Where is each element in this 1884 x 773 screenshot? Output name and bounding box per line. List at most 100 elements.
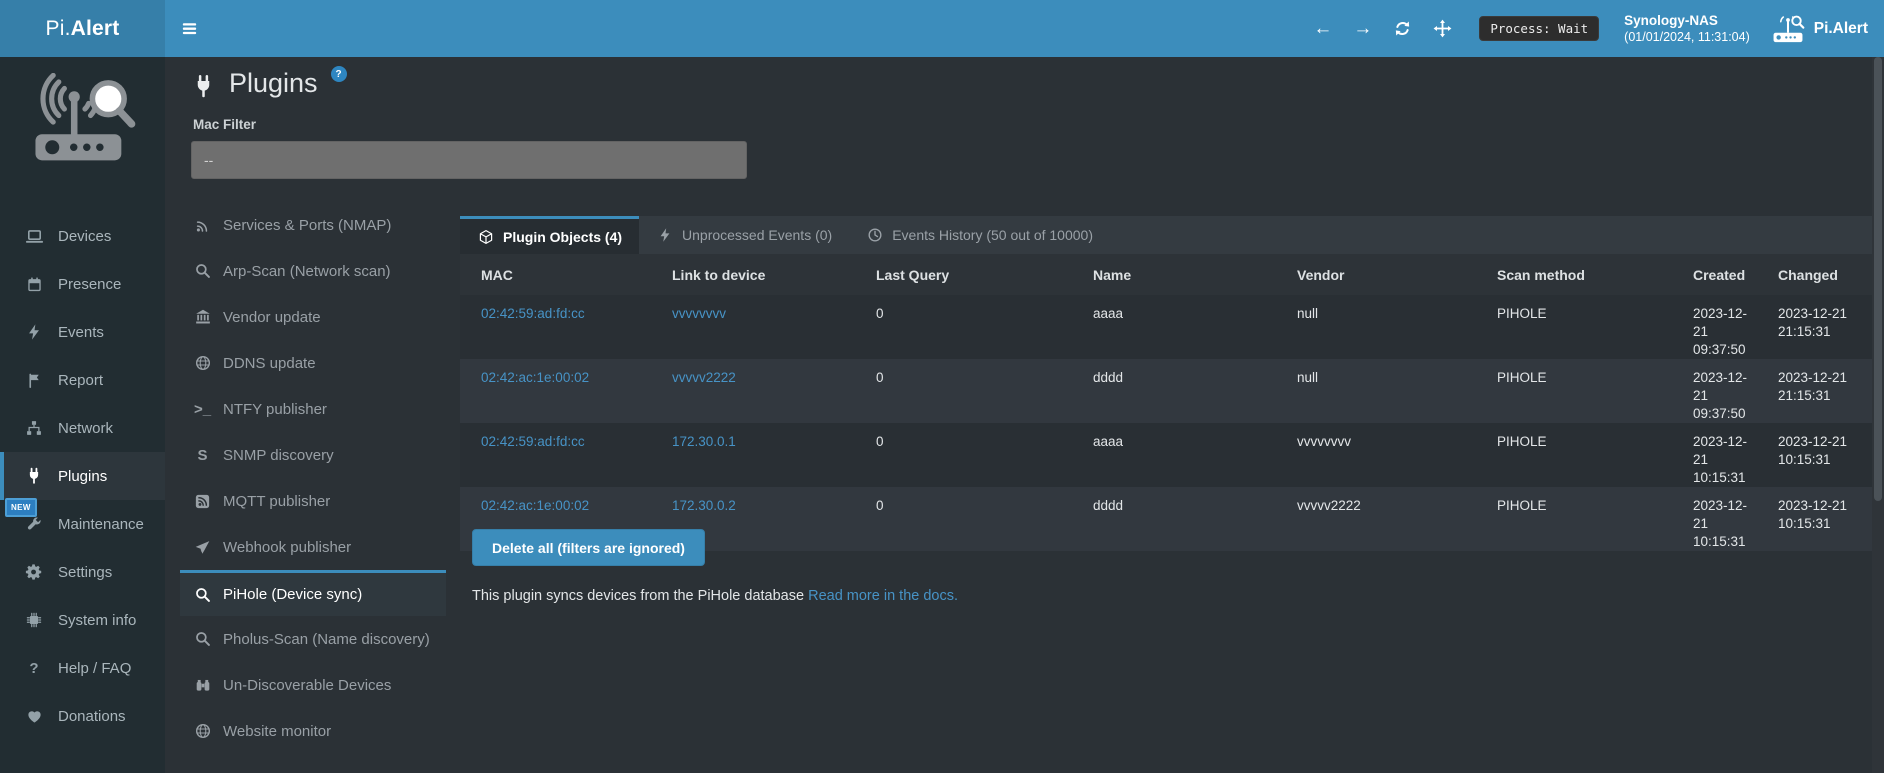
- help-badge[interactable]: ?: [331, 66, 347, 82]
- plugin-item-label: Website monitor: [223, 723, 331, 740]
- sidebar-item-label: Help / FAQ: [58, 660, 131, 677]
- sidebar-item-system-info[interactable]: System info: [0, 596, 165, 644]
- table-row: 02:42:ac:1e:00:02 vvvvv2222 0 dddd null …: [460, 359, 1872, 423]
- sidebar-item-presence[interactable]: Presence: [0, 260, 165, 308]
- mac-link[interactable]: 02:42:ac:1e:00:02: [481, 498, 589, 513]
- sidebar-item-donations[interactable]: Donations: [0, 692, 165, 740]
- plugin-item-ddns[interactable]: DDNS update: [180, 340, 446, 386]
- signal-icon: [193, 216, 212, 235]
- mac-link[interactable]: 02:42:59:ad:fd:cc: [481, 434, 585, 449]
- heart-icon: [24, 706, 44, 726]
- scan-method-cell: PIHOLE: [1489, 487, 1685, 551]
- sitemap-icon: [24, 418, 44, 438]
- col-scan-method: Scan method: [1489, 254, 1685, 295]
- laptop-icon: [24, 226, 44, 246]
- read-docs-link[interactable]: Read more in the docs.: [808, 588, 958, 604]
- sidebar-item-label: Events: [58, 324, 104, 341]
- sidebar-item-label: Settings: [58, 564, 112, 581]
- plugin-item-label: DDNS update: [223, 355, 316, 372]
- table-row: 02:42:59:ad:fd:cc 172.30.0.1 0 aaaa vvvv…: [460, 423, 1872, 487]
- mac-link[interactable]: 02:42:ac:1e:00:02: [481, 370, 589, 385]
- name-cell: aaaa: [1085, 423, 1289, 487]
- created-cell: 2023-12-21 10:15:31: [1685, 487, 1770, 551]
- plugin-item-webhook[interactable]: Webhook publisher: [180, 524, 446, 570]
- vertical-scrollbar[interactable]: [1872, 57, 1884, 773]
- col-created: Created: [1685, 254, 1770, 295]
- created-cell: 2023-12-21 09:37:50: [1685, 295, 1770, 359]
- move-icon[interactable]: [1433, 19, 1452, 38]
- plugin-item-label: Pholus-Scan (Name discovery): [223, 631, 430, 648]
- flag-icon: [24, 370, 44, 390]
- plugin-item-label: Webhook publisher: [223, 539, 351, 556]
- scrollbar-thumb[interactable]: [1874, 57, 1882, 501]
- col-name: Name: [1085, 254, 1289, 295]
- plugin-item-website-monitor[interactable]: Website monitor: [180, 708, 446, 754]
- device-link[interactable]: 172.30.0.1: [672, 434, 736, 449]
- mac-filter-input[interactable]: [191, 141, 747, 179]
- plugin-item-undiscoverable[interactable]: Un-Discoverable Devices: [180, 662, 446, 708]
- sidebar: NEW Devices Presence Events Report Netwo…: [0, 57, 165, 773]
- scan-method-cell: PIHOLE: [1489, 295, 1685, 359]
- top-navbar: Pi.Alert ← → Process: Wait Synology-NAS …: [0, 0, 1884, 57]
- header-right-cluster: ← → Process: Wait Synology-NAS (01/01/20…: [1313, 0, 1884, 57]
- plugin-item-ntfy[interactable]: >_NTFY publisher: [180, 386, 446, 432]
- device-link[interactable]: 172.30.0.2: [672, 498, 736, 513]
- plugin-item-pihole[interactable]: PiHole (Device sync): [180, 570, 446, 616]
- plugin-item-pholus[interactable]: Pholus-Scan (Name discovery): [180, 616, 446, 662]
- sidebar-item-label: Network: [58, 420, 113, 437]
- plugin-item-vendor-update[interactable]: Vendor update: [180, 294, 446, 340]
- refresh-icon[interactable]: [1393, 19, 1412, 38]
- sidebar-item-network[interactable]: Network: [0, 404, 165, 452]
- plugin-item-label: Vendor update: [223, 309, 321, 326]
- plug-icon: [24, 466, 44, 486]
- device-info: Synology-NAS (01/01/2024, 11:31:04): [1624, 12, 1750, 46]
- plugin-panel: Plugin Objects (4) Unprocessed Events (0…: [460, 216, 1872, 551]
- sidebar-item-label: System info: [58, 612, 136, 629]
- plugin-item-nmap[interactable]: Services & Ports (NMAP): [180, 202, 446, 248]
- sidebar-item-events[interactable]: Events: [0, 308, 165, 356]
- created-cell: 2023-12-21 10:15:31: [1685, 423, 1770, 487]
- device-link[interactable]: vvvvv2222: [672, 370, 736, 385]
- globe-icon: [193, 354, 212, 373]
- mac-link[interactable]: 02:42:59:ad:fd:cc: [481, 306, 585, 321]
- nav-forward-icon[interactable]: →: [1353, 19, 1372, 38]
- plugin-item-label: PiHole (Device sync): [223, 586, 362, 603]
- sidebar-item-label: Devices: [58, 228, 111, 245]
- sidebar-item-settings[interactable]: Settings: [0, 548, 165, 596]
- calendar-icon: [24, 274, 44, 294]
- changed-cell: 2023-12-21 10:15:31: [1770, 487, 1872, 551]
- chip-icon: [24, 610, 44, 630]
- plugin-item-snmp[interactable]: SSNMP discovery: [180, 432, 446, 478]
- vendor-cell: vvvvv2222: [1289, 487, 1489, 551]
- plugin-item-mqtt[interactable]: MQTT publisher: [180, 478, 446, 524]
- brand-logo[interactable]: Pi.Alert: [0, 0, 165, 57]
- sidebar-item-help-faq[interactable]: ?Help / FAQ: [0, 644, 165, 692]
- tab-bar: Plugin Objects (4) Unprocessed Events (0…: [460, 216, 1872, 254]
- delete-all-button[interactable]: Delete all (filters are ignored): [472, 529, 705, 566]
- binoculars-icon: [193, 676, 212, 695]
- sidebar-item-label: Report: [58, 372, 103, 389]
- col-last-query: Last Query: [868, 254, 1085, 295]
- tab-label: Unprocessed Events (0): [682, 227, 832, 243]
- page-title: Plugins ?: [191, 68, 347, 99]
- changed-cell: 2023-12-21 21:15:31: [1770, 295, 1872, 359]
- tab-events-history[interactable]: Events History (50 out of 10000): [849, 216, 1110, 254]
- name-cell: dddd: [1085, 359, 1289, 423]
- sidebar-toggle-button[interactable]: [165, 0, 213, 57]
- col-link: Link to device: [664, 254, 868, 295]
- sidebar-item-plugins[interactable]: Plugins: [0, 452, 165, 500]
- plugin-item-label: SNMP discovery: [223, 447, 334, 464]
- gear-icon: [24, 562, 44, 582]
- sidebar-item-report[interactable]: Report: [0, 356, 165, 404]
- col-mac: MAC: [460, 254, 664, 295]
- device-link[interactable]: vvvvvvvv: [672, 306, 726, 321]
- bolt-icon: [24, 322, 44, 342]
- sidebar-item-devices[interactable]: Devices: [0, 212, 165, 260]
- tab-plugin-objects[interactable]: Plugin Objects (4): [460, 216, 639, 254]
- sidebar-item-label: Maintenance: [58, 516, 144, 533]
- plugin-item-arpscan[interactable]: Arp-Scan (Network scan): [180, 248, 446, 294]
- plug-icon: [191, 74, 216, 99]
- nav-back-icon[interactable]: ←: [1313, 19, 1332, 38]
- tab-unprocessed-events[interactable]: Unprocessed Events (0): [639, 216, 849, 254]
- last-query-cell: 0: [868, 487, 1085, 551]
